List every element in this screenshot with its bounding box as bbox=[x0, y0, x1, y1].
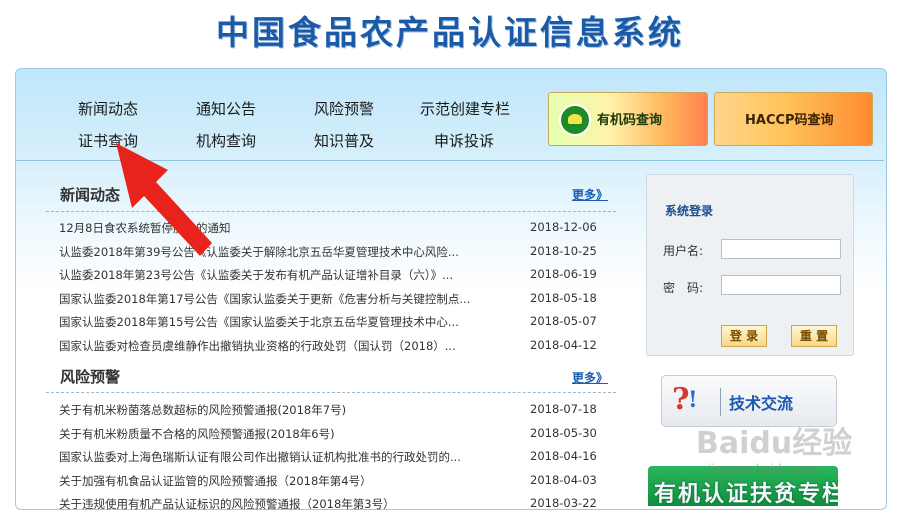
organic-poverty-label: 有机认证扶贫专栏 bbox=[654, 482, 838, 506]
watermark-logo: Baidu经验 bbox=[696, 426, 853, 461]
news-item[interactable]: 认监委2018年第39号公告《认监委关于解除北京五岳华夏管理技术中心风险... 2… bbox=[46, 240, 626, 264]
news-section-title: 新闻动态 bbox=[60, 186, 121, 204]
nav-news[interactable]: 新闻动态 bbox=[78, 98, 138, 119]
watermark-url: jingyan.baidu.com bbox=[708, 462, 819, 476]
news-item[interactable]: 12月8日食农系统暂停服务的通知 2018-12-06 bbox=[46, 216, 626, 240]
haccp-code-label: HACCP码查询 bbox=[745, 113, 834, 128]
news-item-date: 2018-10-25 bbox=[530, 243, 597, 258]
risk-item[interactable]: 关于有机米粉质量不合格的风险预警通报(2018年6号) 2018-05-30 bbox=[46, 422, 626, 446]
nav-notices[interactable]: 通知公告 bbox=[196, 98, 256, 119]
haccp-code-query-banner[interactable]: HACCP码查询 bbox=[714, 92, 873, 146]
risk-item[interactable]: 关于有机米粉菌落总数超标的风险预警通报(2018年7号) 2018-07-18 bbox=[46, 398, 626, 422]
risk-item-date: 2018-04-03 bbox=[530, 472, 597, 487]
nav-divider bbox=[16, 160, 884, 161]
news-list: 12月8日食农系统暂停服务的通知 2018-12-06 认监委2018年第39号公… bbox=[46, 216, 626, 357]
nav-institution-query[interactable]: 机构查询 bbox=[196, 130, 256, 151]
news-item[interactable]: 认监委2018年第23号公告《认监委关于发布有机产品认证增补目录（六）》... 2… bbox=[46, 263, 626, 287]
nav-certificate-query[interactable]: 证书查询 bbox=[78, 130, 138, 151]
risk-section-title: 风险预警 bbox=[60, 368, 121, 386]
nav-risk-warning[interactable]: 风险预警 bbox=[314, 98, 374, 119]
risk-divider bbox=[46, 392, 616, 393]
risk-item-date: 2018-05-30 bbox=[530, 425, 597, 440]
risk-item-date: 2018-03-22 bbox=[530, 496, 597, 510]
reset-button[interactable]: 重 置 bbox=[791, 325, 837, 347]
news-item[interactable]: 国家认监委2018年第15号公告《国家认监委关于北京五岳华夏管理技术中心... 2… bbox=[46, 310, 626, 334]
news-more-link[interactable]: 更多》 bbox=[572, 186, 608, 203]
username-input[interactable] bbox=[721, 239, 841, 259]
organic-code-label: 有机码查询 bbox=[597, 113, 663, 128]
news-item-title[interactable]: 国家认监委对检查员虞维静作出撤销执业资格的行政处罚（国认罚（2018）... bbox=[59, 338, 499, 354]
tech-exchange-label: 技术交流 bbox=[729, 394, 794, 413]
question-mark-icon: ? bbox=[672, 382, 690, 417]
login-title: 系统登录 bbox=[665, 204, 714, 218]
news-item-date: 2018-05-18 bbox=[530, 290, 597, 305]
news-item-date: 2018-06-19 bbox=[530, 267, 597, 281]
login-panel: 系统登录 用户名: 密 码: 登 录 重 置 bbox=[646, 174, 854, 356]
main-nav: 新闻动态 通知公告 风险预警 示范创建专栏 证书查询 机构查询 知识普及 申诉投… bbox=[60, 92, 540, 158]
organic-leaf-icon bbox=[559, 104, 591, 136]
organic-code-query-banner[interactable]: 有机码查询 bbox=[548, 92, 708, 146]
risk-item[interactable]: 关于违规使用有机产品认证标识的风险预警通报（2018年第3号） 2018-03-2… bbox=[46, 492, 626, 516]
risk-list: 关于有机米粉菌落总数超标的风险预警通报(2018年7号) 2018-07-18 关… bbox=[46, 398, 626, 516]
banner-separator bbox=[720, 388, 721, 416]
risk-item[interactable]: 国家认监委对上海色瑞斯认证有限公司作出撤销认证机构批准书的行政处罚的... 201… bbox=[46, 445, 626, 469]
login-button[interactable]: 登 录 bbox=[721, 325, 767, 347]
username-label: 用户名: bbox=[663, 244, 704, 258]
risk-more-link[interactable]: 更多》 bbox=[572, 369, 608, 386]
risk-item[interactable]: 关于加强有机食品认证监管的风险预警通报（2018年第4号） 2018-04-03 bbox=[46, 469, 626, 493]
risk-item-title[interactable]: 关于违规使用有机产品认证标识的风险预警通报（2018年第3号） bbox=[59, 496, 499, 512]
news-divider bbox=[46, 211, 616, 212]
risk-item-title[interactable]: 国家认监委对上海色瑞斯认证有限公司作出撤销认证机构批准书的行政处罚的... bbox=[59, 449, 499, 465]
risk-item-title[interactable]: 关于加强有机食品认证监管的风险预警通报（2018年第4号） bbox=[59, 473, 499, 489]
news-item-title[interactable]: 国家认监委2018年第15号公告《国家认监委关于北京五岳华夏管理技术中心... bbox=[59, 314, 499, 330]
news-item-date: 2018-04-12 bbox=[530, 337, 597, 352]
news-item-date: 2018-05-07 bbox=[530, 314, 597, 328]
news-item-title[interactable]: 国家认监委2018年第17号公告《国家认监委关于更新《危害分析与关键控制点... bbox=[59, 291, 499, 307]
risk-item-date: 2018-07-18 bbox=[530, 402, 597, 416]
risk-item-title[interactable]: 关于有机米粉菌落总数超标的风险预警通报(2018年7号) bbox=[59, 402, 499, 418]
news-item[interactable]: 国家认监委2018年第17号公告《国家认监委关于更新《危害分析与关键控制点...… bbox=[46, 287, 626, 311]
news-item-title[interactable]: 12月8日食农系统暂停服务的通知 bbox=[59, 220, 499, 236]
nav-complaints[interactable]: 申诉投诉 bbox=[434, 130, 494, 151]
news-item-date: 2018-12-06 bbox=[530, 220, 597, 234]
password-label: 密 码: bbox=[663, 281, 704, 295]
nav-knowledge[interactable]: 知识普及 bbox=[314, 130, 374, 151]
nav-demo-column[interactable]: 示范创建专栏 bbox=[420, 98, 510, 119]
news-item-title[interactable]: 认监委2018年第39号公告《认监委关于解除北京五岳华夏管理技术中心风险... bbox=[59, 244, 499, 260]
risk-item-title[interactable]: 关于有机米粉质量不合格的风险预警通报(2018年6号) bbox=[59, 426, 499, 442]
risk-item-date: 2018-04-16 bbox=[530, 449, 597, 463]
news-item[interactable]: 国家认监委对检查员虞维静作出撤销执业资格的行政处罚（国认罚（2018）... 20… bbox=[46, 334, 626, 358]
news-item-title[interactable]: 认监委2018年第23号公告《认监委关于发布有机产品认证增补目录（六）》... bbox=[59, 267, 499, 283]
question-mark-icon: ! bbox=[688, 387, 698, 413]
password-input[interactable] bbox=[721, 275, 841, 295]
site-title: 中国食品农产品认证信息系统 bbox=[216, 13, 684, 52]
